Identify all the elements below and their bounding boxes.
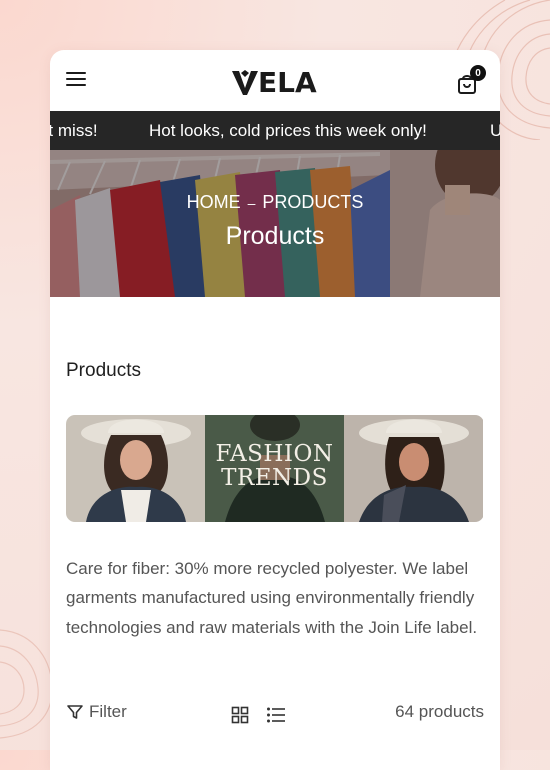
- banner-model-right: [344, 415, 483, 522]
- logo-v-mark: [232, 70, 258, 95]
- site-header: ELA 0: [50, 50, 500, 111]
- announcement-bar: Don't miss! Hot looks, cold prices this …: [50, 111, 500, 150]
- product-toolbar: Filter 64 products: [66, 702, 484, 728]
- collection-banner-image: FASHION TRENDS: [66, 415, 484, 522]
- cart-count-badge: 0: [470, 65, 486, 81]
- filter-button[interactable]: Filter: [66, 702, 127, 722]
- page-title: Products: [225, 222, 325, 250]
- hamburger-menu-icon[interactable]: [66, 72, 86, 88]
- banner-model-left: [66, 415, 205, 522]
- mobile-frame: ELA 0 Don't miss! Hot looks, cold prices…: [50, 50, 500, 770]
- announcement-item-next: Up: [490, 121, 500, 140]
- page-hero-banner: HOME – PRODUCTS Products: [50, 150, 500, 297]
- grid-view-icon[interactable]: [231, 706, 249, 724]
- banner-headline: FASHION TRENDS: [205, 442, 344, 490]
- cart-button[interactable]: 0: [456, 65, 486, 96]
- announcement-item-prev: Don't miss!: [50, 121, 98, 140]
- site-logo[interactable]: ELA: [230, 65, 317, 99]
- breadcrumb-separator: –: [247, 195, 256, 211]
- filter-funnel-icon: [67, 705, 83, 719]
- breadcrumb-home-link[interactable]: HOME: [187, 192, 241, 212]
- banner-fashion-trends-panel: FASHION TRENDS: [205, 415, 344, 522]
- product-count: 64 products: [395, 702, 484, 721]
- breadcrumb-current: PRODUCTS: [262, 192, 364, 212]
- breadcrumb: HOME – PRODUCTS: [50, 192, 500, 213]
- filter-label: Filter: [89, 702, 127, 721]
- list-view-icon[interactable]: [266, 706, 286, 724]
- banner-headline-line1: FASHION: [215, 441, 334, 467]
- banner-headline-line2: TRENDS: [221, 465, 328, 491]
- logo-text: ELA: [258, 65, 317, 99]
- announcement-item-current: Hot looks, cold prices this week only!: [149, 121, 427, 140]
- collection-title: Products: [66, 360, 141, 381]
- collection-description: Care for fiber: 30% more recycled polyes…: [66, 559, 478, 637]
